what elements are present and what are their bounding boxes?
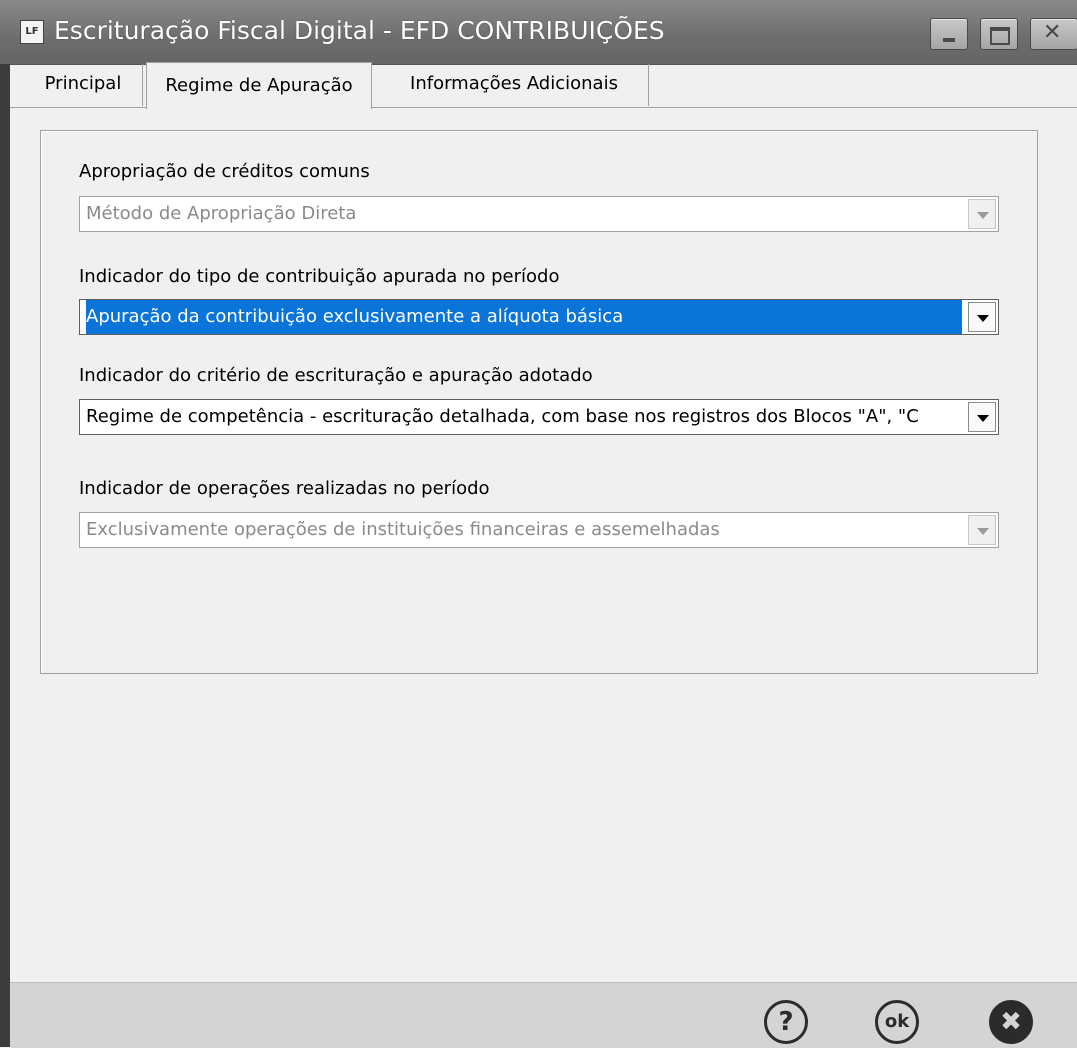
- ok-icon: ok: [884, 1011, 910, 1032]
- window-title: Escrituração Fiscal Digital - EFD CONTRI…: [54, 16, 665, 45]
- apropriacao-creditos-label: Apropriação de créditos comuns: [79, 161, 370, 182]
- criterio-escrituracao-label: Indicador do critério de escrituração e …: [79, 365, 593, 386]
- tab-regime-de-apuracao[interactable]: Regime de Apuração: [146, 62, 372, 109]
- title-bar[interactable]: LF Escrituração Fiscal Digital - EFD CON…: [0, 0, 1077, 65]
- close-button[interactable]: ✕: [1030, 18, 1077, 50]
- tab-strip: Principal Regime de Apuração Informações…: [10, 62, 1077, 109]
- operacoes-realizadas-value: Exclusivamente operações de instituições…: [86, 519, 720, 540]
- minimize-icon: [943, 38, 955, 42]
- criterio-escrituracao-value: Regime de competência - escrituração det…: [86, 406, 919, 427]
- operacoes-realizadas-select[interactable]: Exclusivamente operações de instituições…: [79, 512, 999, 548]
- dropdown-arrow-icon[interactable]: [968, 402, 996, 432]
- window-left-edge: [0, 64, 10, 1047]
- ok-button[interactable]: ok: [875, 1000, 919, 1044]
- apropriacao-creditos-select[interactable]: Método de Apropriação Direta: [79, 196, 999, 232]
- tipo-contribuicao-select[interactable]: Apuração da contribuição exclusivamente …: [79, 299, 999, 335]
- tab-principal[interactable]: Principal: [24, 64, 143, 106]
- tipo-contribuicao-label: Indicador do tipo de contribuição apurad…: [79, 266, 560, 287]
- criterio-escrituracao-select[interactable]: Regime de competência - escrituração det…: [79, 399, 999, 435]
- app-icon: LF: [20, 20, 44, 44]
- tab-informacoes-adicionais[interactable]: Informações Adicionais: [380, 64, 649, 106]
- cancel-icon: ✖: [1000, 1007, 1022, 1037]
- help-icon: ?: [778, 1007, 794, 1037]
- maximize-icon: [990, 27, 1010, 45]
- dropdown-arrow-icon[interactable]: [968, 515, 996, 545]
- maximize-button[interactable]: [980, 18, 1018, 50]
- close-icon: ✕: [1043, 20, 1062, 45]
- cancel-button[interactable]: ✖: [989, 1000, 1033, 1044]
- help-button[interactable]: ?: [764, 1000, 808, 1044]
- apropriacao-creditos-value: Método de Apropriação Direta: [86, 203, 357, 224]
- dropdown-arrow-icon[interactable]: [968, 302, 996, 332]
- efd-window: LF Escrituração Fiscal Digital - EFD CON…: [0, 0, 1077, 1048]
- tipo-contribuicao-value: Apuração da contribuição exclusivamente …: [86, 300, 962, 334]
- operacoes-realizadas-label: Indicador de operações realizadas no per…: [79, 478, 490, 499]
- dropdown-arrow-icon[interactable]: [968, 199, 996, 229]
- minimize-button[interactable]: [930, 18, 968, 50]
